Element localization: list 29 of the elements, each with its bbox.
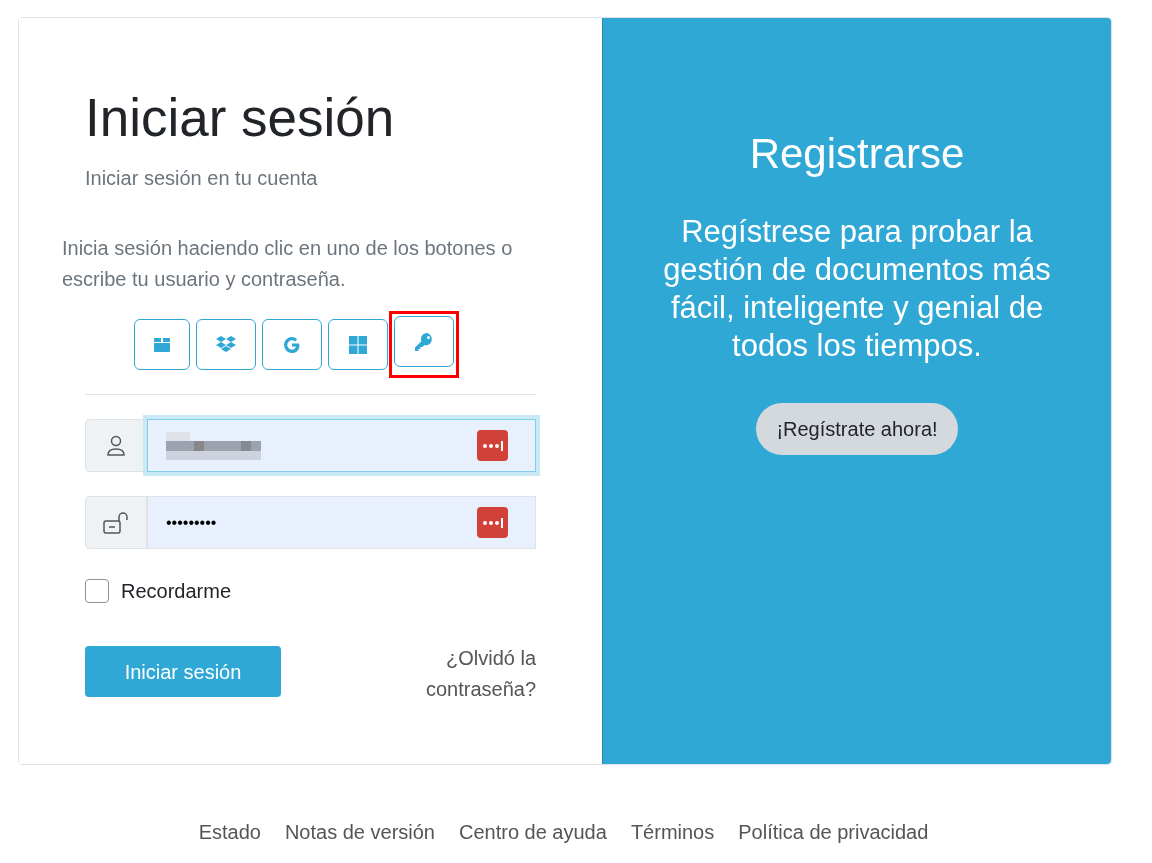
login-title: Iniciar sesión — [85, 87, 396, 149]
sign-in-provider-button[interactable] — [394, 316, 454, 367]
login-subtitle: Iniciar sesión en tu cuenta — [85, 166, 319, 191]
signup-title: Registrarse — [749, 129, 965, 179]
unlocked-padlock-icon — [85, 496, 147, 549]
password-field[interactable]: ••••••••• — [147, 496, 536, 549]
remember-label: Recordarme — [121, 579, 232, 604]
password-value: ••••••••• — [166, 512, 217, 533]
google-icon — [282, 334, 302, 355]
key-icon — [413, 330, 435, 353]
footer-link[interactable]: Estado — [198, 817, 261, 847]
footer-link[interactable]: Términos — [630, 817, 715, 847]
signup-description: Regístrese para probar la gestión de documentos más fácil, inteligente y genial de todos los tiempos. — [662, 213, 1052, 365]
login-instructions: Inicia sesión haciendo clic en uno de los botones o escribe tu usuario y contraseña. — [62, 236, 514, 292]
box-icon — [153, 336, 171, 353]
windows-icon — [348, 334, 368, 355]
sign-in-provider-button[interactable] — [328, 319, 388, 370]
sign-in-provider-button[interactable] — [134, 319, 190, 370]
forgot-password-link[interactable]: ¿Olvidó la contraseña? — [406, 643, 536, 705]
footer-link[interactable]: Centro de ayuda — [459, 817, 607, 847]
remember-checkbox[interactable] — [85, 579, 109, 603]
register-now-button[interactable]: ¡Regístrate ahora! — [756, 403, 958, 455]
sign-in-provider-button[interactable] — [196, 319, 256, 370]
dropbox-icon — [215, 335, 237, 354]
password-manager-icon[interactable] — [477, 430, 508, 461]
footer-link[interactable]: Política de privacidad — [738, 817, 929, 847]
sign-in-provider-button[interactable] — [262, 319, 322, 370]
footer-link[interactable]: Notas de versión — [284, 817, 435, 847]
password-manager-icon[interactable] — [477, 507, 508, 538]
